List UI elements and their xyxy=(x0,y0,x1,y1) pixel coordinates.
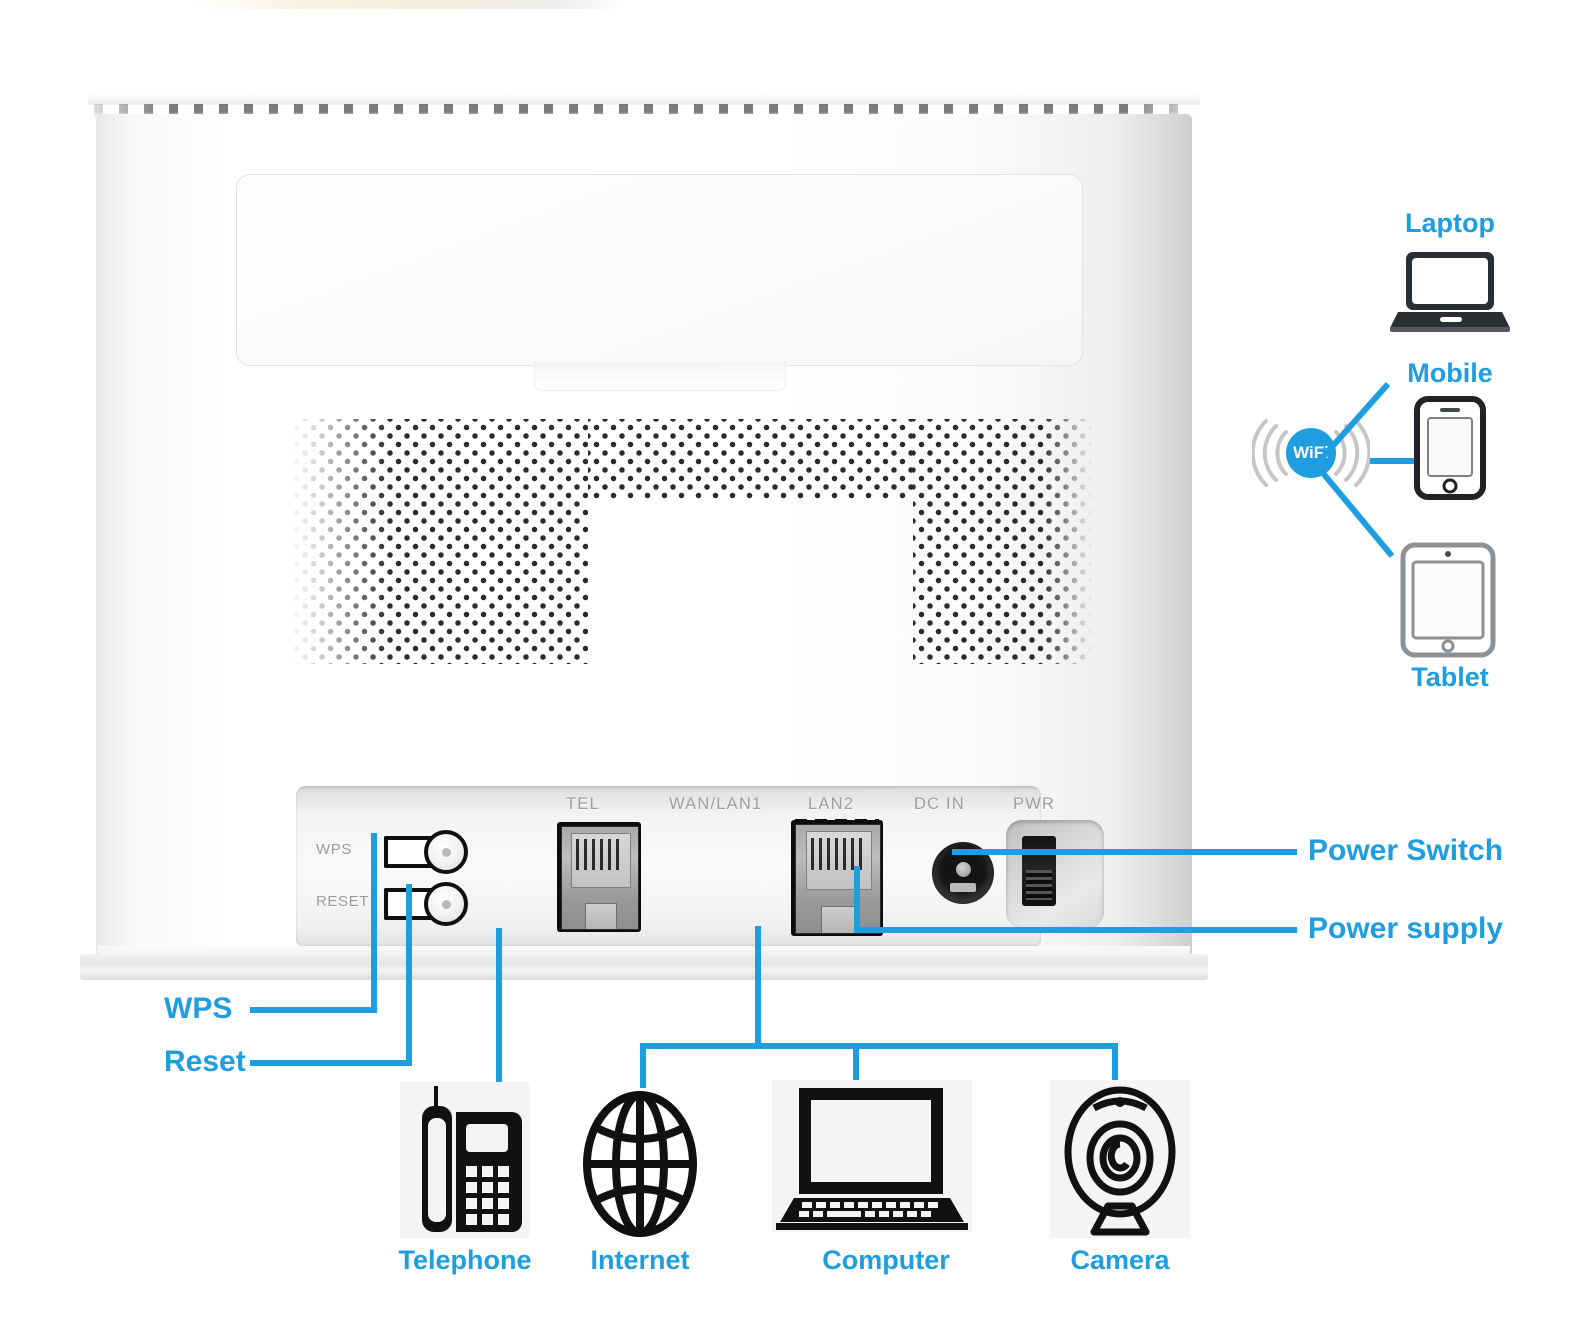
telephone-icon xyxy=(400,1082,530,1238)
router-base xyxy=(80,954,1208,980)
callout-line-wps-v xyxy=(371,833,377,1013)
power-switch-rocker[interactable] xyxy=(1022,836,1056,906)
router-vent-grid xyxy=(288,419,1093,664)
port-tel-pins xyxy=(575,839,625,870)
power-switch-ridges xyxy=(1026,870,1052,900)
dc-in-center-pin xyxy=(955,861,971,877)
top-color-band xyxy=(195,0,625,9)
laptop-icon xyxy=(1390,248,1510,332)
callout-line-reset-v xyxy=(406,884,412,1066)
router-top-lip xyxy=(88,88,1200,104)
callout-line-power-switch xyxy=(952,849,1297,855)
reset-button[interactable] xyxy=(384,882,468,926)
reset-callout-label: Reset xyxy=(164,1045,246,1078)
router-device: TEL WAN/LAN1 LAN2 DC IN PWR WPS RESET xyxy=(80,88,1208,982)
wps-button-text: WPS xyxy=(316,841,352,858)
router-plate-tab xyxy=(534,362,786,391)
wps-button[interactable] xyxy=(384,830,468,874)
callout-line-lan-bus xyxy=(640,1043,1118,1049)
reset-button-text: RESET xyxy=(316,893,370,910)
reset-button-knob[interactable] xyxy=(424,882,468,926)
webcam-icon xyxy=(1050,1080,1190,1238)
camera-label: Camera xyxy=(1070,1245,1170,1275)
callout-line-tel xyxy=(496,928,502,1088)
port-lan2-inner xyxy=(795,824,881,934)
router-rear-face: TEL WAN/LAN1 LAN2 DC IN PWR WPS RESET xyxy=(96,114,1192,958)
port-label-wan-lan1: WAN/LAN1 xyxy=(669,795,763,813)
power-supply-label: Power supply xyxy=(1308,912,1504,945)
port-label-lan2: LAN2 xyxy=(808,795,855,813)
dc-in-slot xyxy=(950,882,976,892)
internet-label: Internet xyxy=(590,1245,690,1275)
desktop-computer-icon xyxy=(772,1080,972,1232)
port-tel[interactable] xyxy=(557,822,641,932)
port-tel-inner xyxy=(561,826,639,930)
port-label-dc-in: DC IN xyxy=(914,795,965,813)
port-lan2-tab xyxy=(821,905,857,933)
port-lan2[interactable] xyxy=(791,819,883,936)
laptop-label: Laptop xyxy=(1405,208,1495,238)
port-label-tel: TEL xyxy=(566,795,600,813)
router-label-plate xyxy=(236,174,1083,366)
wps-button-knob[interactable] xyxy=(424,830,468,874)
power-switch-label: Power Switch xyxy=(1308,834,1504,867)
callout-line-power-supply-h xyxy=(854,927,1297,933)
tablet-label: Tablet xyxy=(1411,662,1489,692)
port-label-pwr: PWR xyxy=(1013,795,1056,813)
callout-line-reset-h xyxy=(250,1060,412,1066)
callout-line-power-supply-v xyxy=(854,866,860,930)
globe-icon xyxy=(575,1090,705,1238)
port-tel-tab xyxy=(584,903,618,929)
diagram-canvas: TEL WAN/LAN1 LAN2 DC IN PWR WPS RESET Wi… xyxy=(0,0,1584,1340)
wps-callout-label: WPS xyxy=(164,992,233,1025)
computer-label: Computer xyxy=(822,1245,950,1275)
callout-line-wps-h xyxy=(250,1007,377,1013)
callout-line-lan2-drop xyxy=(755,926,761,1046)
tablet-icon xyxy=(1400,542,1496,658)
power-switch[interactable] xyxy=(1006,820,1104,928)
smartphone-icon xyxy=(1414,396,1486,500)
callout-line-internet-branch xyxy=(640,1043,646,1088)
mobile-label: Mobile xyxy=(1407,358,1493,388)
